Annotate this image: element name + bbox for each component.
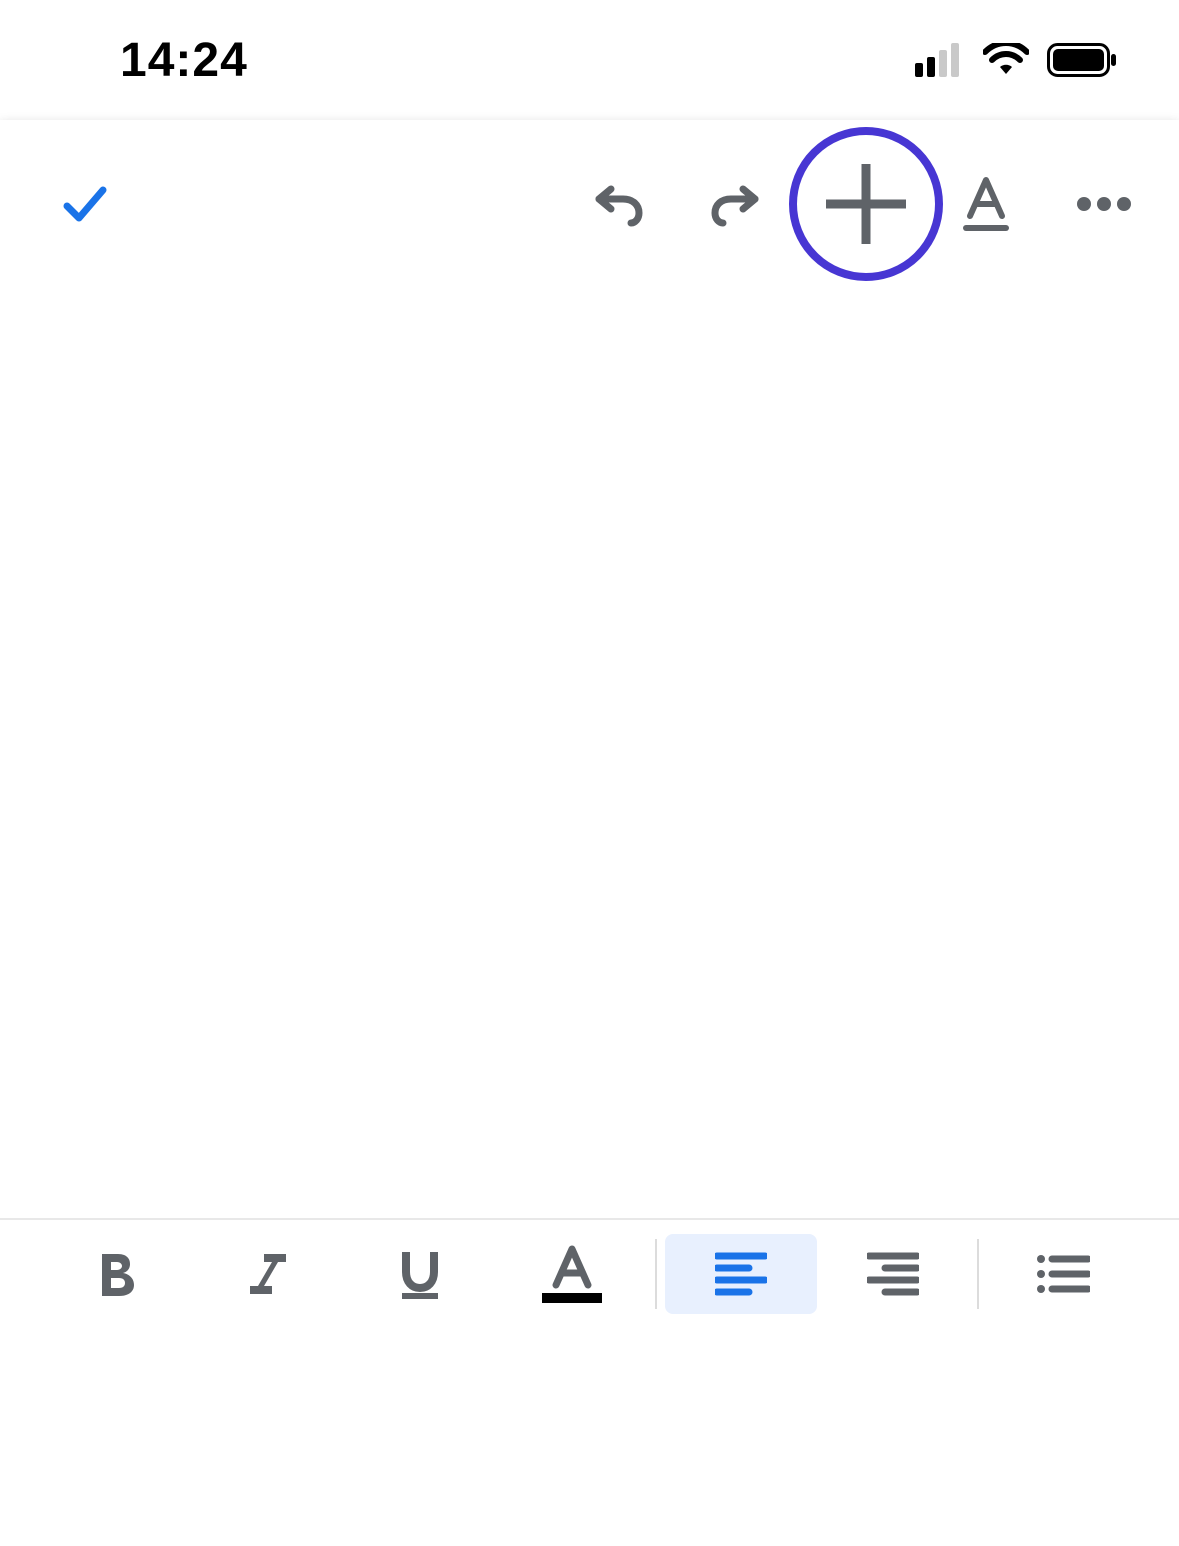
cellular-signal-icon [915,43,965,77]
text-color-button[interactable] [496,1234,648,1314]
status-bar: 14:24 [0,0,1179,120]
underline-icon [398,1248,442,1300]
more-button[interactable] [1059,196,1149,212]
align-right-button[interactable] [817,1234,969,1314]
align-left-button[interactable] [665,1234,817,1314]
align-right-icon [867,1252,919,1296]
align-left-icon [715,1252,767,1296]
undo-icon [591,177,645,231]
wifi-icon [983,43,1029,77]
status-time: 14:24 [120,33,248,88]
toolbar-divider [977,1239,979,1309]
status-indicators [915,43,1119,77]
done-button[interactable] [40,176,130,232]
bottom-toolbar [0,1218,1179,1328]
bullet-list-button[interactable] [987,1234,1139,1314]
redo-button[interactable] [691,177,781,231]
undo-button[interactable] [573,177,663,231]
insert-button[interactable] [791,158,941,250]
check-icon [57,176,113,232]
bullet-list-icon [1036,1254,1090,1294]
bold-button[interactable] [40,1234,192,1314]
redo-icon [709,177,763,231]
text-format-button[interactable] [941,176,1031,232]
text-color-icon [542,1245,602,1303]
text-format-icon [960,176,1012,232]
italic-button[interactable] [192,1234,344,1314]
underline-button[interactable] [344,1234,496,1314]
plus-icon [820,158,912,250]
top-toolbar [0,120,1179,288]
toolbar-divider [655,1239,657,1309]
battery-full-icon [1047,43,1119,77]
more-horizontal-icon [1076,196,1132,212]
italic-icon [248,1250,288,1298]
bold-icon [94,1250,138,1298]
